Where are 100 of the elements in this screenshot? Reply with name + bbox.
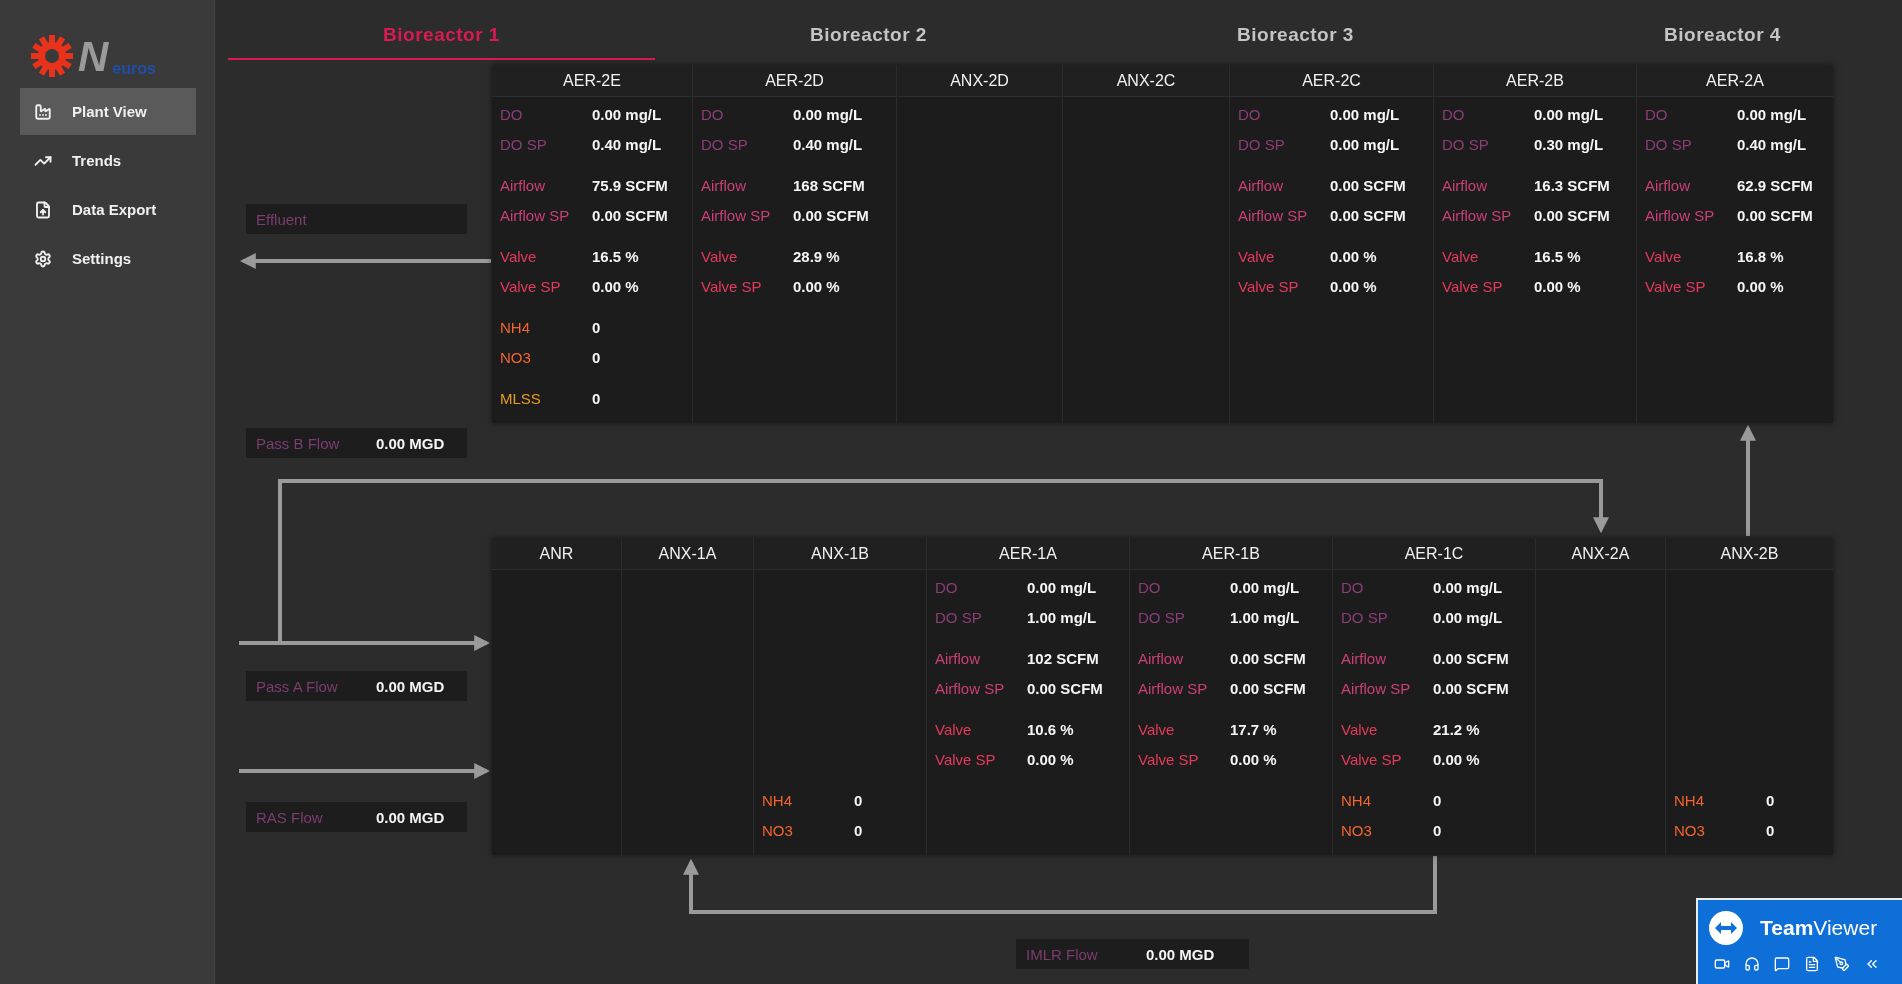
reading-label: Valve — [701, 247, 739, 265]
reading-label: DO — [701, 105, 725, 123]
reading-value: 10.6 % — [1027, 720, 1074, 738]
zone-header: AER-2D — [693, 65, 896, 97]
reading-label: Valve SP — [500, 277, 562, 295]
reading-label: DO SP — [1238, 135, 1286, 153]
reading-value: 0.40 mg/L — [1737, 135, 1807, 153]
reading-label: Valve SP — [1442, 277, 1504, 295]
reading-value: 0.00 mg/L — [1433, 578, 1503, 596]
reading-value: 0.30 mg/L — [1534, 135, 1604, 153]
reading-label: Airflow SP — [701, 206, 772, 224]
reading-label: Airflow SP — [500, 206, 571, 224]
sidebar-item[interactable]: Data Export — [20, 186, 196, 233]
flow-label: Pass B Flow — [256, 434, 341, 452]
reading-value: 0.00 % — [793, 277, 840, 295]
reading-label: NH4 — [1674, 791, 1705, 809]
reading-label: Airflow SP — [1238, 206, 1309, 224]
reading-value: 0.00 mg/L — [1330, 135, 1400, 153]
reading-value: 0 — [854, 791, 863, 809]
reading-label: Valve SP — [935, 750, 997, 768]
sidebar-item[interactable]: Trends — [20, 137, 196, 184]
flow-value: 0.00 MGD — [376, 677, 445, 695]
reading-label: Valve — [935, 720, 973, 738]
reading-label: Airflow — [935, 649, 981, 667]
reading-label: Valve SP — [1645, 277, 1707, 295]
reading-value: 0 — [592, 348, 601, 366]
reading-label: DO — [1442, 105, 1466, 123]
reading-value: 0.00 mg/L — [1534, 105, 1604, 123]
reading-label: DO — [1341, 578, 1365, 596]
reading-label: Valve SP — [701, 277, 763, 295]
bioreactor-tab[interactable]: Bioreactor 4 — [1509, 12, 1902, 60]
reading-value: 0.00 mg/L — [592, 105, 662, 123]
pen-icon[interactable] — [1834, 956, 1850, 972]
reading-label: Airflow — [1238, 176, 1284, 194]
sidebar-item[interactable]: Plant View — [20, 88, 196, 135]
reading-value: 0.00 mg/L — [1737, 105, 1807, 123]
reading-value: 1.00 mg/L — [1230, 608, 1300, 626]
reading-value: 0.00 SCFM — [1330, 176, 1406, 194]
panel-title: TeamViewer — [1760, 916, 1878, 940]
reading-label: DO SP — [1645, 135, 1693, 153]
reading-label: DO — [1238, 105, 1262, 123]
zone-header: AER-1B — [1130, 538, 1332, 570]
zone-header: AER-2C — [1230, 65, 1433, 97]
reading-label: Airflow — [1442, 176, 1488, 194]
reading-label: MLSS — [500, 389, 542, 407]
flow-label: Effluent — [256, 210, 308, 228]
reading-value: 0.00 % — [1330, 247, 1377, 265]
reading-value: 16.5 % — [1534, 247, 1581, 265]
reading-value: 0 — [1766, 791, 1775, 809]
reading-value: 0.00 SCFM — [1330, 206, 1406, 224]
reading-label: DO SP — [935, 608, 983, 626]
camera-icon[interactable] — [1714, 956, 1730, 972]
bioreactor-tab[interactable]: Bioreactor 3 — [1082, 12, 1509, 60]
reading-label: DO SP — [701, 135, 749, 153]
reading-label: Airflow SP — [1442, 206, 1513, 224]
zone-header: ANX-2C — [1063, 65, 1229, 97]
reading-value: 0.00 SCFM — [1433, 649, 1509, 667]
reading-label: Airflow SP — [1341, 679, 1412, 697]
reading-value: 0.00 SCFM — [1230, 679, 1306, 697]
zone-header: AER-1A — [927, 538, 1129, 570]
reading-value: 0.40 mg/L — [592, 135, 662, 153]
reading-label: NH4 — [762, 791, 793, 809]
reading-value: 0.00 % — [1230, 750, 1277, 768]
reading-value: 0 — [854, 821, 863, 839]
reading-value: 16.8 % — [1737, 247, 1784, 265]
reading-label: Airflow SP — [1138, 679, 1209, 697]
sun-gear-icon — [30, 34, 74, 78]
reading-value: 0.00 % — [1027, 750, 1074, 768]
bioreactor-tab[interactable]: Bioreactor 2 — [655, 12, 1082, 60]
reading-label: NO3 — [500, 348, 532, 366]
reading-value: 62.9 SCFM — [1737, 176, 1813, 194]
reading-value: 0.00 % — [1433, 750, 1480, 768]
reading-label: DO SP — [1442, 135, 1490, 153]
reading-label: NH4 — [1341, 791, 1372, 809]
double-arrow-logo-icon — [1708, 910, 1744, 946]
reading-value: 0.00 SCFM — [1534, 206, 1610, 224]
flow-value: 0.00 MGD — [376, 808, 445, 826]
logo-word: euros — [112, 58, 156, 78]
sidebar-item[interactable]: Settings — [20, 235, 196, 282]
reading-value: 0.00 SCFM — [592, 206, 668, 224]
reading-value: 17.7 % — [1230, 720, 1277, 738]
reading-label: Airflow SP — [935, 679, 1006, 697]
chat-icon[interactable] — [1774, 956, 1790, 972]
reading-label: DO SP — [500, 135, 548, 153]
zone-header: AER-2A — [1637, 65, 1833, 97]
reading-label: Valve — [500, 247, 538, 265]
reading-value: 0.00 mg/L — [1330, 105, 1400, 123]
zone-header: ANR — [492, 538, 621, 570]
document-icon[interactable] — [1804, 956, 1820, 972]
reading-label: Airflow — [701, 176, 747, 194]
flow-label: RAS Flow — [256, 808, 324, 826]
reading-value: 0.00 % — [1330, 277, 1377, 295]
reading-value: 102 SCFM — [1027, 649, 1099, 667]
reading-label: Valve SP — [1341, 750, 1403, 768]
reading-label: Valve SP — [1138, 750, 1200, 768]
reading-value: 16.5 % — [592, 247, 639, 265]
zone-header: ANX-1B — [754, 538, 926, 570]
headset-icon[interactable] — [1744, 956, 1760, 972]
zone-header: ANX-2A — [1536, 538, 1665, 570]
zone-header: ANX-2D — [897, 65, 1062, 97]
